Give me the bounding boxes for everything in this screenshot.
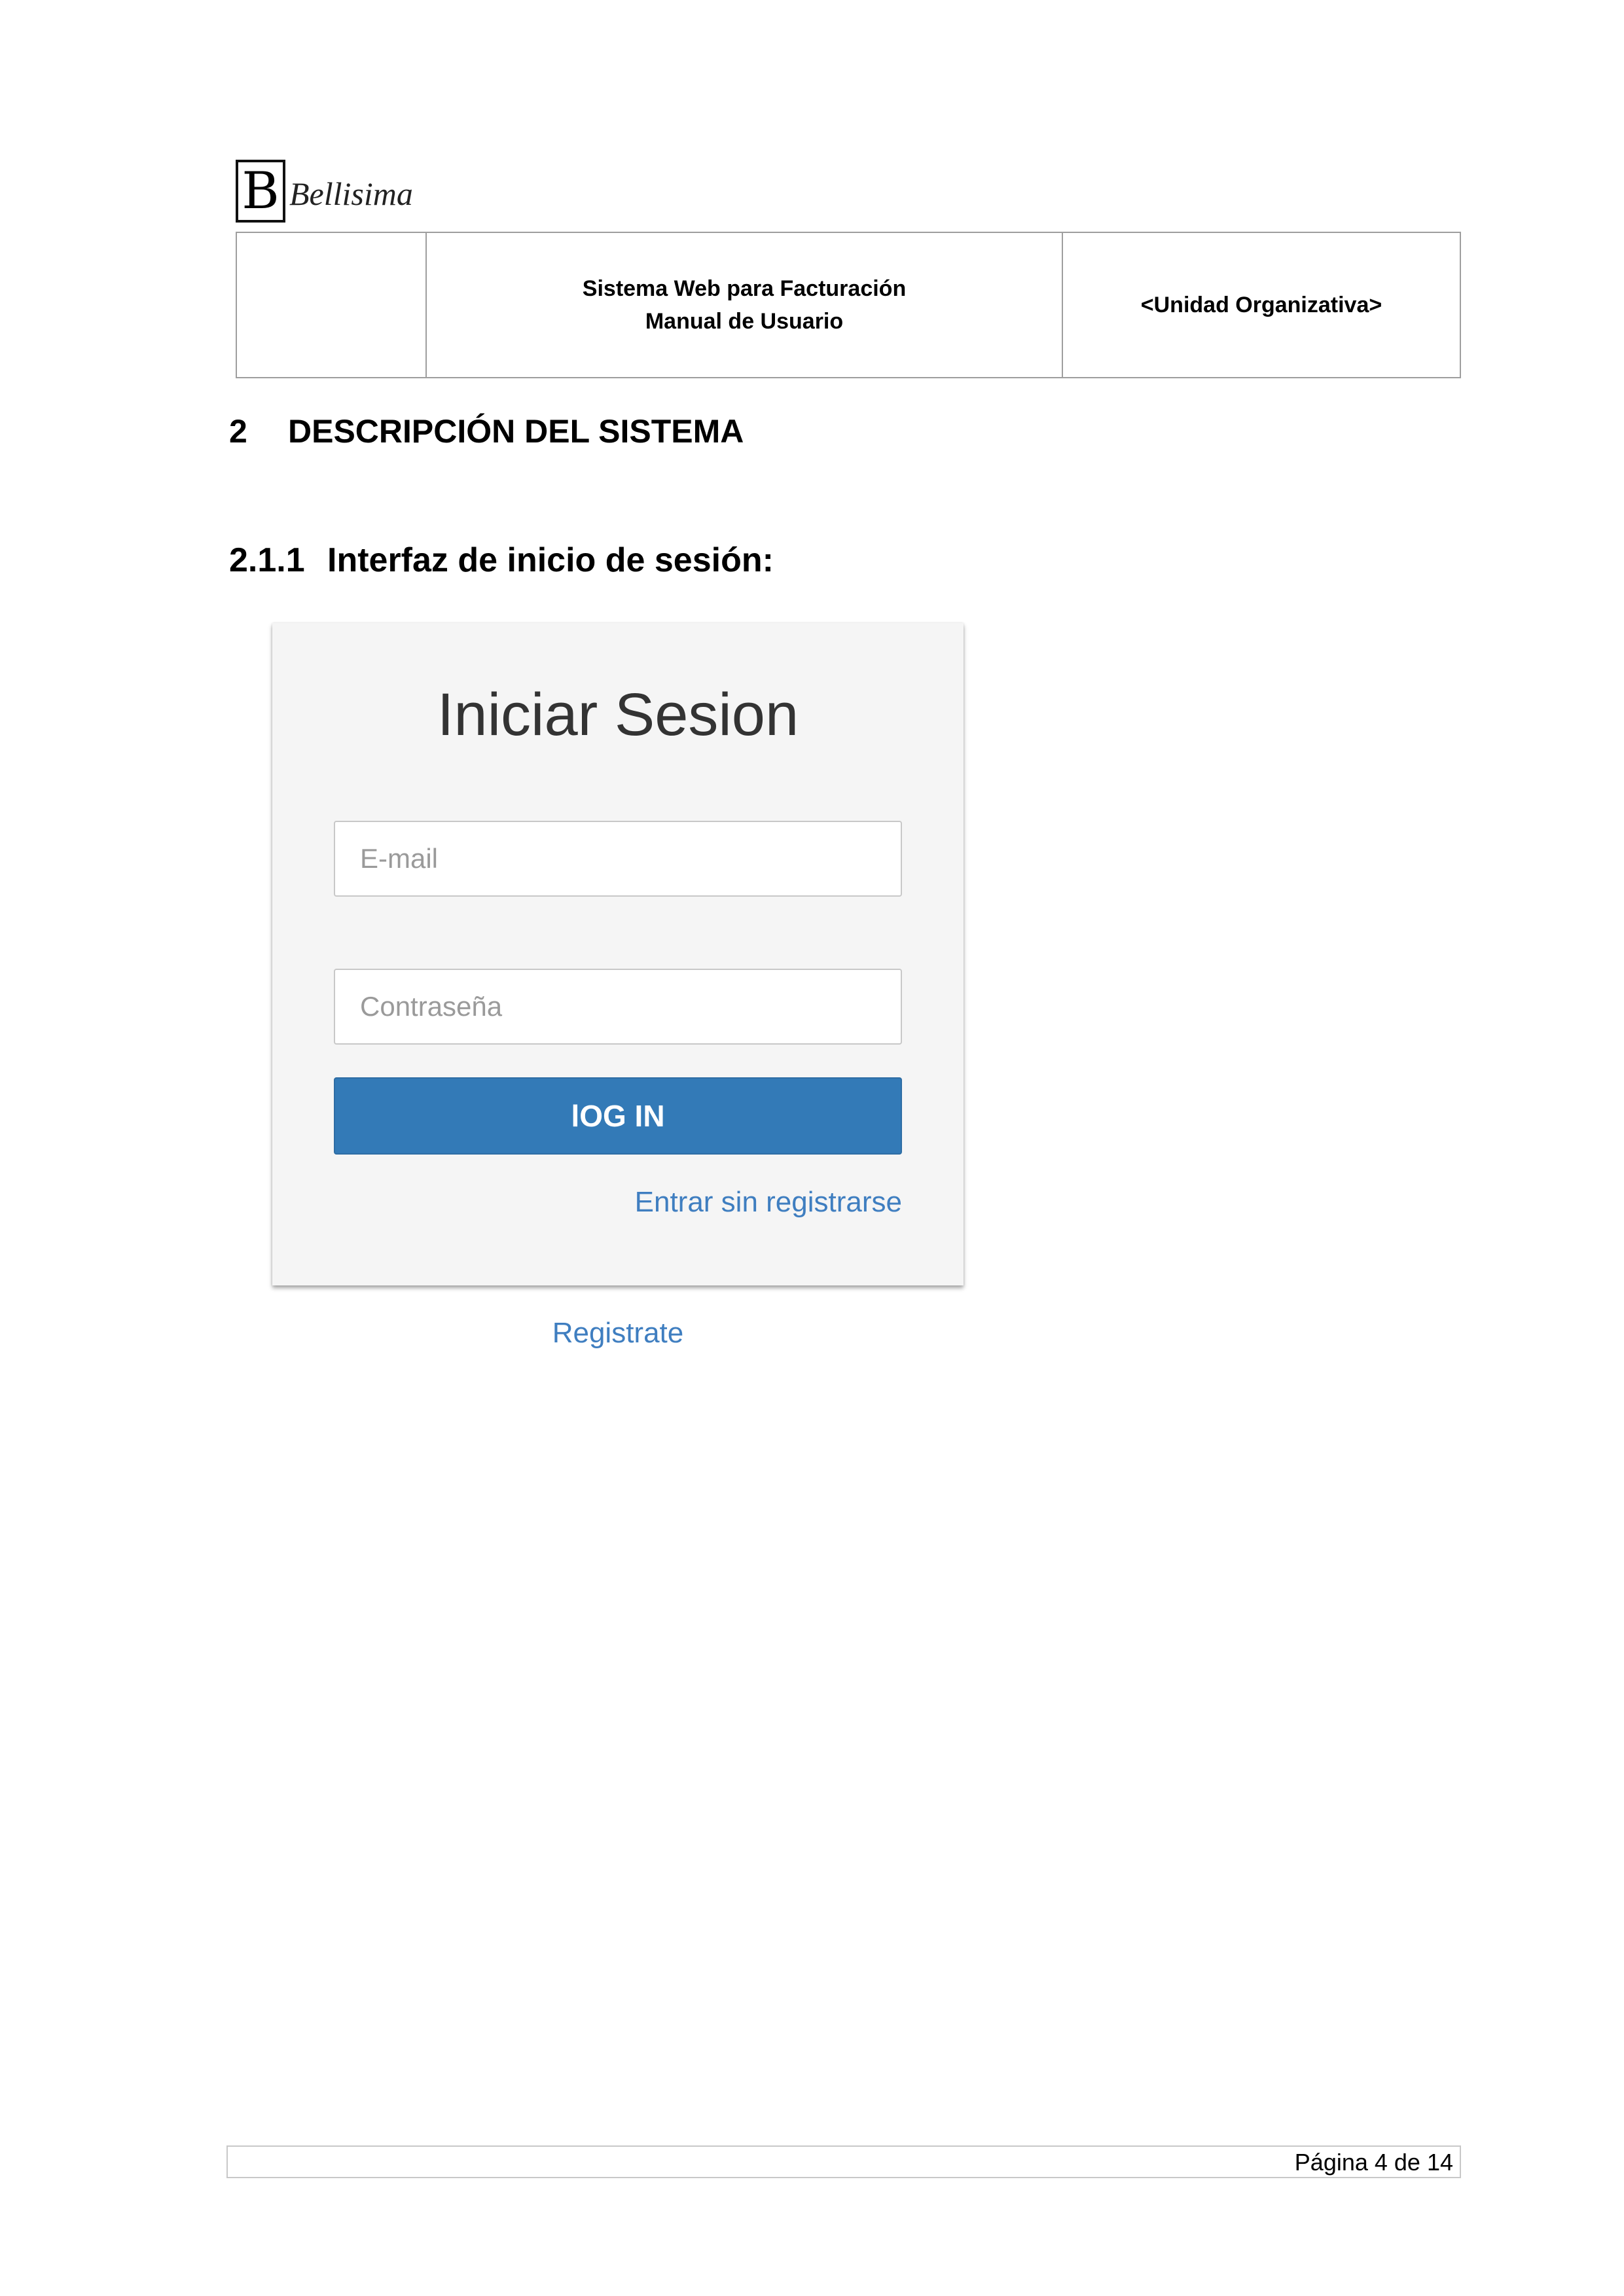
password-input[interactable] xyxy=(334,969,902,1045)
email-input[interactable] xyxy=(334,821,902,897)
company-logo: B Bellisima xyxy=(236,160,413,223)
logo-monogram: B xyxy=(236,160,285,223)
org-unit-cell: <Unidad Organizativa> xyxy=(1062,232,1461,378)
system-title: Sistema Web para Facturación xyxy=(582,276,907,301)
login-title: Iniciar Sesion xyxy=(437,681,799,748)
section-heading: 2 DESCRIPCIÓN DEL SISTEMA xyxy=(229,412,744,450)
login-card: Iniciar Sesion lOG IN Entrar sin registr… xyxy=(272,623,964,1285)
header-title-cell: Sistema Web para Facturación Manual de U… xyxy=(425,232,1063,378)
manual-title: Manual de Usuario xyxy=(645,309,844,334)
page-footer: Página 4 de 14 xyxy=(226,2145,1461,2178)
org-unit: <Unidad Organizativa> xyxy=(1140,293,1382,317)
logo-name: Bellisima xyxy=(289,175,413,212)
section-title: DESCRIPCIÓN DEL SISTEMA xyxy=(288,413,744,450)
subsection-heading: 2.1.1 Interfaz de inicio de sesión: xyxy=(229,541,774,580)
guest-entry-link[interactable]: Entrar sin registrarse xyxy=(635,1186,902,1219)
page-number: Página 4 de 14 xyxy=(1294,2149,1453,2176)
register-link[interactable]: Registrate xyxy=(272,1317,964,1350)
login-button[interactable]: lOG IN xyxy=(334,1077,902,1155)
subsection-number: 2.1.1 xyxy=(229,541,305,579)
subsection-title: Interfaz de inicio de sesión: xyxy=(327,541,774,579)
section-number: 2 xyxy=(229,413,247,450)
header-empty-cell xyxy=(236,232,427,378)
document-header-table: Sistema Web para Facturación Manual de U… xyxy=(236,232,1461,378)
